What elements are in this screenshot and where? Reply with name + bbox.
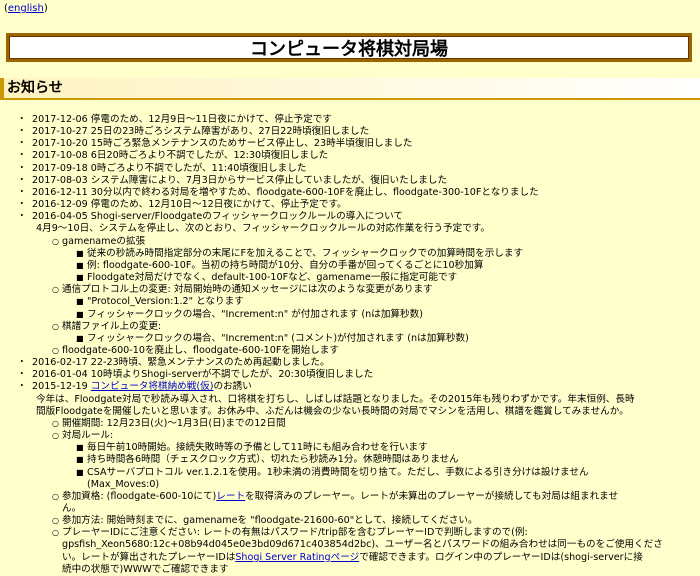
year-end-para-2: 間版Floodgateを開催したいと思います。お休み中、ふだんは機会の少ない長時… [36, 405, 629, 417]
title-banner: コンピュータ将棋対局場 [6, 33, 692, 62]
news-item: 2016-01-04 10時頃よりShogi-serverが不調でしたが、20:… [0, 369, 700, 381]
section-heading-news: お知らせ [0, 78, 700, 100]
news-item-fischer: 2016-04-05 Shogi-server/Floodgateのフィッシャー… [0, 211, 700, 357]
gamename-items: 従来の秒読み時間指定部分の末尾にFを加えることで、フィッシャークロックでの加算時… [62, 248, 700, 285]
fischer-sublist: gamenameの拡張 従来の秒読み時間指定部分の末尾にFを加えることで、フィッ… [32, 236, 700, 358]
rule-item: 毎日午前10時開始。接続失敗時等の予備として11時にも組み合わせを行います [62, 442, 700, 454]
language-switch: (english) [4, 3, 48, 14]
news-item: 2017-09-18 0時ごろより不調でしたが、11:40頃復旧しました [0, 163, 700, 175]
year-end-event-link[interactable]: コンピュータ将棋納め戦(仮) [91, 381, 214, 392]
protocol-item: フィッシャークロックの場合、"Increment:n" が付加されます (nは加… [62, 309, 700, 321]
news-item: 2017-10-27 25日の23時ごろシステム障害があり、27日22時頃復旧し… [0, 126, 700, 138]
rule-text: CSAサーバプロトコル ver.1.2.1を使用。1秒未満の消費時間を切り捨て。… [87, 466, 589, 478]
rule-item: CSAサーバプロトコル ver.1.2.1を使用。1秒未満の消費時間を切り捨て。… [62, 467, 700, 491]
rate-link[interactable]: レート [216, 491, 245, 502]
qualification-prefix: 参加資格: (floodgate-600-10にて) [62, 490, 217, 502]
protocol-label: 通信プロトコル上の変更: 対局開始時の通知メッセージには次のような変更があります [62, 284, 433, 296]
news-item: 2017-10-08 6日20時ごろより不調でしたが、12:30頃復旧しました [0, 150, 700, 162]
news-item: 2017-10-20 15時ごろ緊急メンテナンスのためサービス停止し、23時半頃… [0, 138, 700, 150]
id-note-line-4: 続中の状態で)WWWでご確認できます [62, 563, 229, 575]
rating-page-link[interactable]: Shogi Server Ratingページ [235, 552, 359, 563]
gamename-label: gamenameの拡張 [62, 235, 146, 247]
rules-items: 毎日午前10時開始。接続失敗時等の予備として11時にも組み合わせを行います 持ち… [62, 442, 700, 491]
news-item: 2016-02-17 22-23時頃、緊急メンテナンスのため再起動しました。 [0, 357, 700, 369]
id-note-3-suffix: で確認できます。ログイン中のプレーヤーIDは(shogi-serverに接 [359, 551, 643, 563]
news-item-intro: 4月9～10日、システムを停止し、次のとおり、フィッシャークロックルールの対応作… [36, 223, 491, 235]
kifu-item: フィッシャークロックの場合、"Increment:n" (コメント)が付加されま… [62, 333, 700, 345]
gamename-item: Floodgate対局だけでなく、default-100-10Fなど、gamen… [62, 272, 700, 284]
gamename-item: 例: floodgate-600-10F。当初の持ち時間が10分、自分の手番が回… [62, 260, 700, 272]
how-to-join: 参加方法: 開始時刻までに、gamenameを "floodgate-21600… [32, 515, 700, 527]
year-end-date: 2015-12-19 [32, 381, 88, 393]
news-list: 2017-12-06 停電のため、12月9日～11日夜にかけて、停止予定です 2… [0, 114, 700, 576]
player-id-note: プレーヤーIDにご注意ください: レートの有無はパスワード/trip部を含むプレ… [32, 527, 700, 576]
news-item: 2016-12-11 30分以内で終わる対局を増やすため、floodgate-6… [0, 187, 700, 199]
protocol-items: "Protocol_Version:1.2" となります フィッシャークロックの… [62, 296, 700, 320]
news-item: 2016-12-09 停電のため、12月10日～12日夜にかけて、停止予定です。 [0, 199, 700, 211]
rule-text-cont: (Max_Moves:0) [87, 478, 160, 490]
id-note-line-2: gpsfish_Xeon5680:12c+08b94d045e0e3bd09d6… [62, 539, 663, 551]
qualification-line: 参加資格: (floodgate-600-10にて)レートを取得済みのプレーヤー… [62, 491, 700, 503]
qualification-cont: ん。 [62, 503, 82, 514]
rule-item: 持ち時間各6時間（チェスクロック方式）、切れたら秒読み1分。休憩時間はありません [62, 454, 700, 466]
id-note-3-prefix: い。レートが算出されたプレーヤーIDは [62, 551, 236, 563]
news-item: 2017-12-06 停電のため、12月9日～11日夜にかけて、停止予定です [0, 114, 700, 126]
qualification: 参加資格: (floodgate-600-10にて)レートを取得済みのプレーヤー… [32, 491, 700, 515]
kifu-label: 棋譜ファイル上の変更: [62, 320, 162, 332]
year-end-suffix: のお誘い [213, 381, 252, 393]
year-end-para-1: 今年は、Floodgate対局で秒読み導入され、口将棋を打ちし、しばしば話題とな… [36, 393, 635, 405]
protocol-section: 通信プロトコル上の変更: 対局開始時の通知メッセージには次のような変更があります… [32, 284, 700, 321]
news-item-year-end: 2015-12-19 コンピュータ将棋納め戦(仮)のお誘い 今年は、Floodg… [0, 381, 700, 576]
qualification-suffix: を取得済みのプレーヤー。レートが未算出のプレーヤーが接続しても対局は組まれませ [245, 490, 619, 502]
news-list-container: 2017-12-06 停電のため、12月9日～11日夜にかけて、停止予定です 2… [0, 114, 700, 576]
year-end-heading: 2015-12-19 コンピュータ将棋納め戦(仮)のお誘い [32, 381, 700, 393]
kifu-items: フィッシャークロックの場合、"Increment:n" (コメント)が付加されま… [62, 333, 700, 345]
page-title: コンピュータ将棋対局場 [9, 36, 689, 60]
english-link[interactable]: english [8, 3, 44, 14]
rules-label: 対局ルール: [62, 430, 114, 442]
year-end-period: 開催期間: 12月23日(火)～1月3日(日)までの12日間 [32, 418, 700, 430]
kifu-section: 棋譜ファイル上の変更: フィッシャークロックの場合、"Increment:n" … [32, 321, 700, 345]
year-end-sublist: 開催期間: 12月23日(火)～1月3日(日)までの12日間 対局ルール: 毎日… [32, 418, 700, 576]
gamename-section: gamenameの拡張 従来の秒読み時間指定部分の末尾にFを加えることで、フィッ… [32, 236, 700, 285]
id-note-line-3: い。レートが算出されたプレーヤーIDはShogi Server Ratingペー… [62, 552, 700, 564]
floodgate-change: floodgate-600-10を廃止し、floodgate-600-10Fを開… [32, 345, 700, 357]
protocol-item: "Protocol_Version:1.2" となります [62, 296, 700, 308]
id-note-line-1: プレーヤーIDにご注意ください: レートの有無はパスワード/trip部を含むプレ… [62, 527, 528, 539]
news-item-heading: 2016-04-05 Shogi-server/Floodgateのフィッシャー… [32, 211, 404, 223]
news-item: 2017-08-03 システム障害により、7月3日からサービス停止していましたが… [0, 175, 700, 187]
gamename-item: 従来の秒読み時間指定部分の末尾にFを加えることで、フィッシャークロックでの加算時… [62, 248, 700, 260]
rules-section: 対局ルール: 毎日午前10時開始。接続失敗時等の予備として11時にも組み合わせを… [32, 430, 700, 491]
